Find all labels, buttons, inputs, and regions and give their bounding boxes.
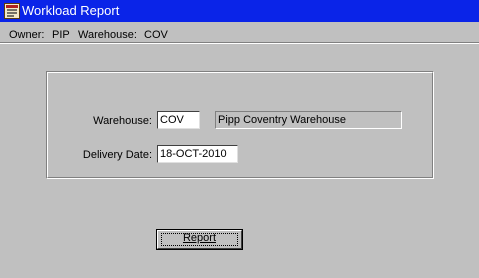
warehouse-label: Warehouse:: [93, 115, 152, 127]
report-button[interactable]: Report: [156, 229, 243, 250]
delivery-date-label: Delivery Date:: [82, 149, 152, 161]
window-title: Workload Report: [22, 3, 120, 18]
separator-highlight: [0, 43, 479, 44]
delivery-date-field[interactable]: 18-OCT-2010: [157, 145, 238, 163]
report-button-label: Report: [182, 232, 217, 244]
app-icon: [4, 3, 20, 19]
warehouse-code-field[interactable]: COV: [157, 111, 200, 129]
title-bar[interactable]: Workload Report: [0, 0, 479, 22]
warehouse-name-field: Pipp Coventry Warehouse: [215, 111, 402, 129]
